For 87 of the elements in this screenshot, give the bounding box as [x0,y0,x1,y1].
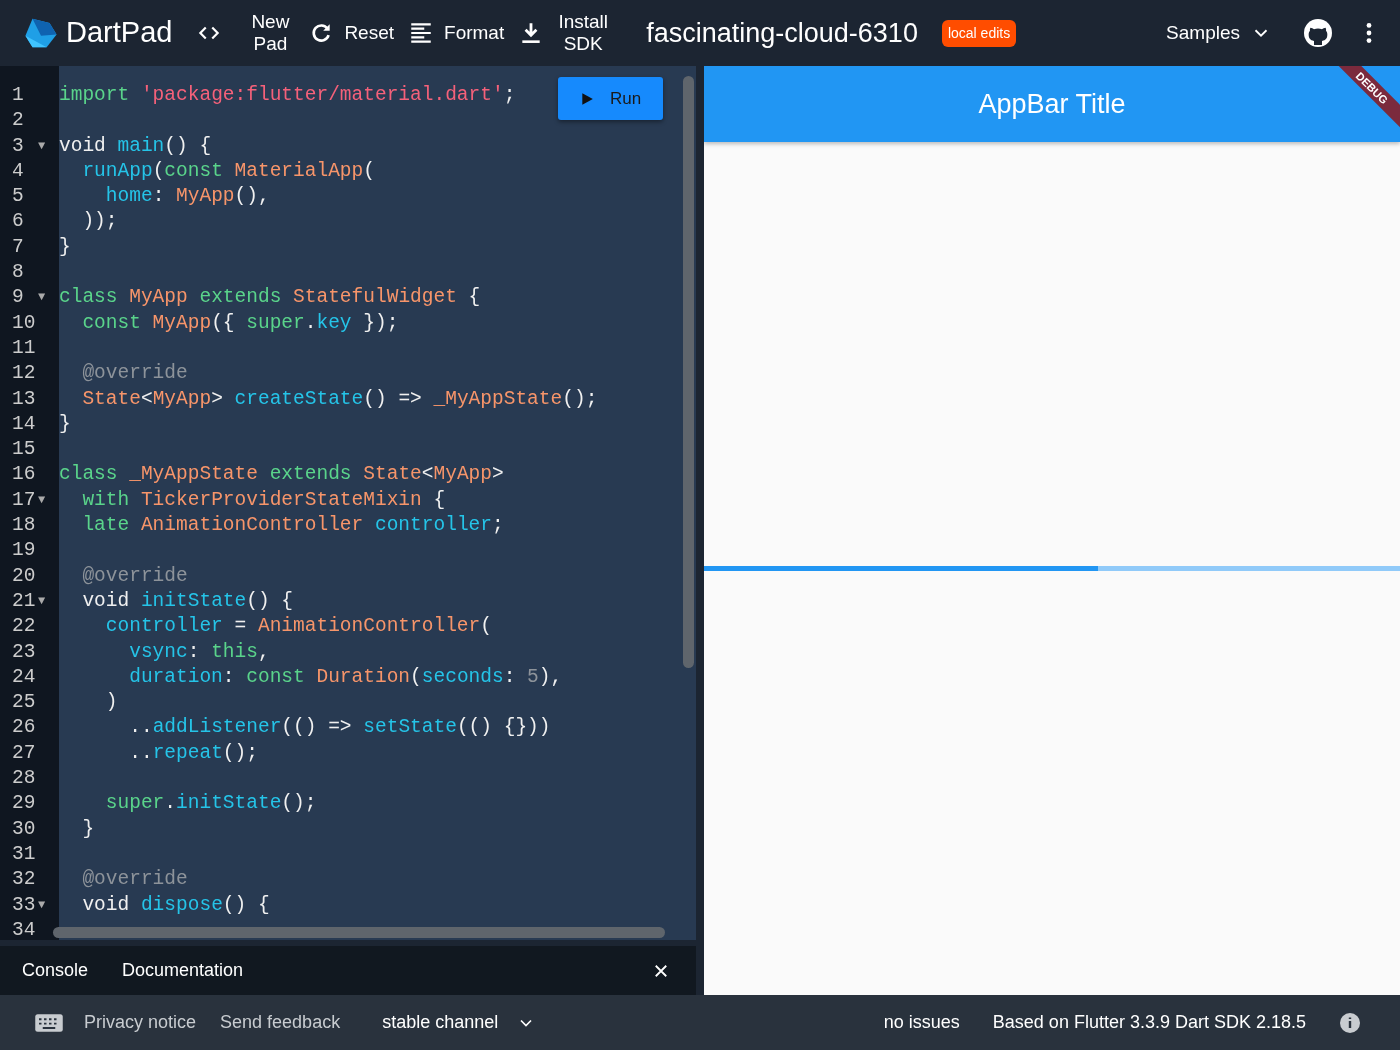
line-number: 26 [12,715,37,741]
line-number: 10 [12,310,37,336]
line-number: 3 [12,133,25,159]
code-line: const MyApp({ super.key }); [81,311,399,334]
toolbar-button[interactable]: Install SDK [548,11,619,55]
line-number: 8 [12,260,25,286]
code-line: @override [81,868,188,891]
fold-marker[interactable]: ▼ [38,892,46,918]
line-number: 23 [12,639,37,665]
line-number: 29 [12,791,37,817]
code-line: } [59,412,71,435]
pad-name: fascinating-cloud-6310 [646,16,918,50]
code-line: State<MyApp> createState() => _MyAppState(); [81,387,598,410]
line-number: 12 [12,361,37,387]
line-number: 32 [12,867,37,893]
line-number: 20 [12,563,37,589]
toolbar-button[interactable]: Format [438,22,511,44]
line-number: 14 [12,411,37,437]
code-line: void main() { [59,134,212,157]
line-number: 7 [12,234,25,260]
fold-marker[interactable]: ▼ [38,133,46,159]
line-number: 4 [12,158,25,184]
fold-marker[interactable]: ▼ [38,487,46,514]
code-line: ) [104,691,118,714]
line-number: 6 [12,209,25,235]
fold-marker[interactable]: ▼ [38,285,46,311]
app-name: DartPad [66,15,173,51]
line-number: 27 [12,740,37,766]
code-line: } [59,235,71,258]
code-line: import 'package:flutter/material.dart'; [59,84,516,106]
play-icon [579,91,594,106]
line-number: 2 [12,108,25,134]
console-tab[interactable]: Console [16,960,95,981]
line-number: 22 [12,614,37,640]
line-number: 34 [12,917,37,943]
github-icon[interactable] [1302,17,1334,49]
run-button[interactable]: Run [558,77,663,120]
line-number: 19 [12,538,37,564]
footer-link[interactable]: Privacy notice [84,1009,197,1036]
line-number: 1 [12,83,25,108]
code-line: ..repeat(); [128,741,258,764]
code-line: )); [81,210,118,233]
line-number: 16 [12,462,37,488]
code-line: ..addListener(() => setState(() {})) [128,716,551,739]
code-line: duration: const Duration(seconds: 5), [128,665,563,688]
code-line: void initState() { [81,589,294,612]
line-number: 33 [12,892,37,918]
line-number: 5 [12,184,25,210]
code-line: @override [81,362,188,385]
horizontal-scrollbar[interactable] [53,927,665,938]
line-number: 28 [12,766,37,791]
line-number: 21 [12,588,37,614]
line-number: 24 [12,664,37,690]
info-icon[interactable] [1338,1010,1362,1035]
line-number: 13 [12,386,37,412]
samples-dropdown[interactable]: Samples [1160,22,1246,44]
code-line: void dispose() { [81,893,270,916]
version-text: Based on Flutter 3.3.9 Dart SDK 2.18.5 [992,1011,1306,1034]
issues-status: no issues [883,1011,960,1034]
toolbar-button[interactable]: Reset [338,22,401,44]
line-number: 18 [12,513,37,539]
fold-marker[interactable]: ▼ [38,588,46,615]
code-line: vsync: this, [128,640,270,663]
toolbar-button[interactable]: New Pad [240,11,301,55]
channel-dropdown[interactable]: stable channel [376,1012,505,1033]
code-line: home: MyApp(), [104,185,270,208]
code-line: runApp(const MaterialApp( [81,159,375,182]
line-number: 30 [12,816,37,842]
line-number: 31 [12,841,37,867]
code-line: } [81,817,95,840]
code-line: controller = AnimationController( [104,615,492,638]
code-line: with TickerProviderStateMixin { [81,488,446,511]
line-number: 17 [12,487,37,513]
code-line: late AnimationController controller; [81,514,504,537]
line-number: 11 [12,335,37,361]
line-number: 15 [12,437,37,463]
line-number: 9 [12,285,25,311]
line-number: 25 [12,690,37,716]
console-tab[interactable]: Documentation [116,960,250,981]
code-line: super.initState(); [104,792,317,815]
code-line: @override [81,564,188,587]
code-line: class _MyAppState extends State<MyApp> [59,463,504,486]
footer-link[interactable]: Send feedback [220,1009,341,1036]
code-line: class MyApp extends StatefulWidget { [59,286,481,309]
dart-logo-icon [24,16,58,50]
vertical-scrollbar[interactable] [683,76,694,668]
status-badge: local edits [941,19,1017,47]
